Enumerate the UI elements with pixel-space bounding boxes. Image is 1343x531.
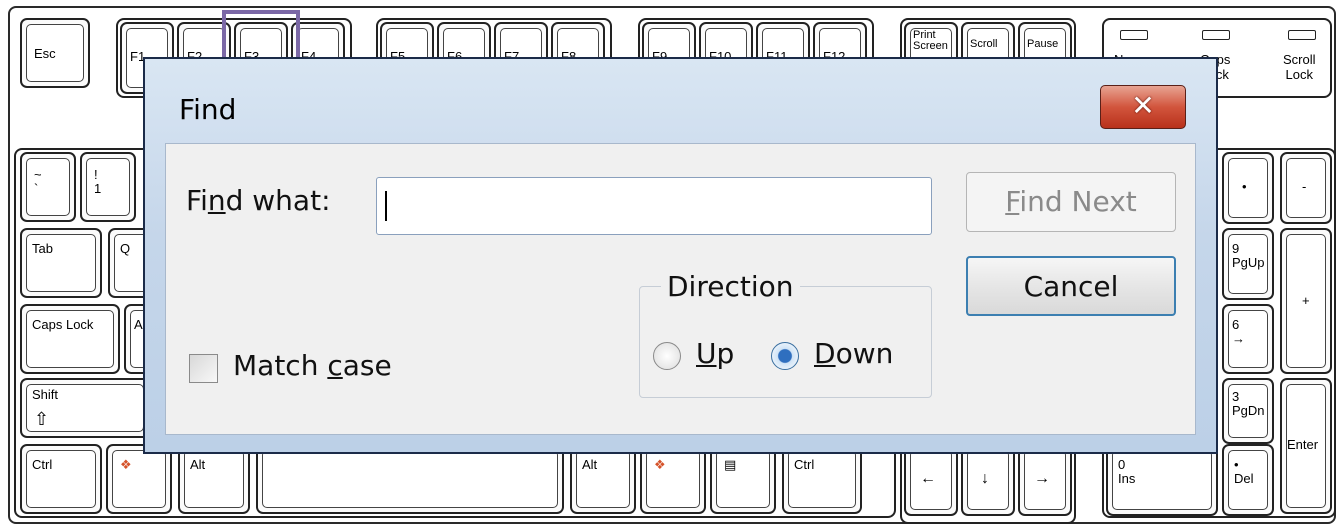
key-num-plus: +	[1280, 228, 1332, 374]
key-windows-right: ❖	[640, 444, 706, 514]
scroll-lock-label: Scroll Lock	[1283, 52, 1316, 82]
key-arrow-right: →	[1018, 444, 1072, 516]
match-case-label[interactable]: Match case	[233, 349, 392, 382]
direction-up-label[interactable]: Up	[696, 337, 734, 370]
direction-down-radio[interactable]	[771, 342, 799, 370]
find-what-input[interactable]	[376, 177, 932, 235]
windows-logo-icon: ❖	[120, 457, 132, 472]
key-alt-left: Alt	[178, 444, 250, 514]
key-ctrl-right: Ctrl	[782, 444, 862, 514]
dialog-client-area: Find what: Find Next Cancel Direction Up…	[165, 143, 1196, 435]
key-num-6: 6 →	[1222, 304, 1274, 374]
direction-down-label[interactable]: Down	[814, 337, 893, 370]
key-num-del: • Del	[1222, 444, 1274, 516]
menu-key-icon: ▤	[724, 457, 737, 472]
key-esc: Esc	[20, 18, 90, 88]
key-num-enter: Enter	[1280, 378, 1332, 514]
key-alt-right: Alt	[570, 444, 636, 514]
windows-logo-icon: ❖	[654, 457, 666, 472]
find-next-button[interactable]: Find Next	[966, 172, 1176, 232]
key-tab: Tab	[20, 228, 102, 298]
find-dialog: Find ✕ Find what: Find Next Cancel Direc…	[143, 57, 1218, 454]
find-what-label: Find what:	[186, 184, 331, 217]
text-caret	[385, 191, 387, 221]
key-num-minus: -	[1280, 152, 1332, 224]
key-ctrl-left: Ctrl	[20, 444, 102, 514]
close-button[interactable]: ✕	[1100, 85, 1186, 129]
num-lock-led	[1120, 30, 1148, 40]
key-shift: Shift ⇧	[20, 378, 150, 438]
key-windows-left: ❖	[106, 444, 172, 514]
key-arrow-down: ↓	[961, 444, 1015, 516]
key-1: ! 1	[80, 152, 136, 222]
key-caps-lock: Caps Lock	[20, 304, 120, 374]
match-case-checkbox[interactable]	[189, 354, 218, 383]
key-num-9: 9 PgUp	[1222, 228, 1274, 300]
scroll-lock-led	[1288, 30, 1316, 40]
caps-lock-led	[1202, 30, 1230, 40]
dialog-title: Find	[179, 93, 237, 126]
key-tilde: ~ `	[20, 152, 76, 222]
direction-legend: Direction	[661, 270, 800, 303]
key-space	[256, 444, 564, 514]
cancel-button[interactable]: Cancel	[966, 256, 1176, 316]
key-arrow-left: ←	[904, 444, 958, 516]
key-menu: ▤	[710, 444, 776, 514]
close-icon: ✕	[1131, 89, 1155, 122]
key-num-3: 3 PgDn	[1222, 378, 1274, 444]
direction-up-radio[interactable]	[653, 342, 681, 370]
key-num-dot-top: •	[1222, 152, 1274, 224]
key-num-0: 0 Ins	[1106, 444, 1218, 516]
